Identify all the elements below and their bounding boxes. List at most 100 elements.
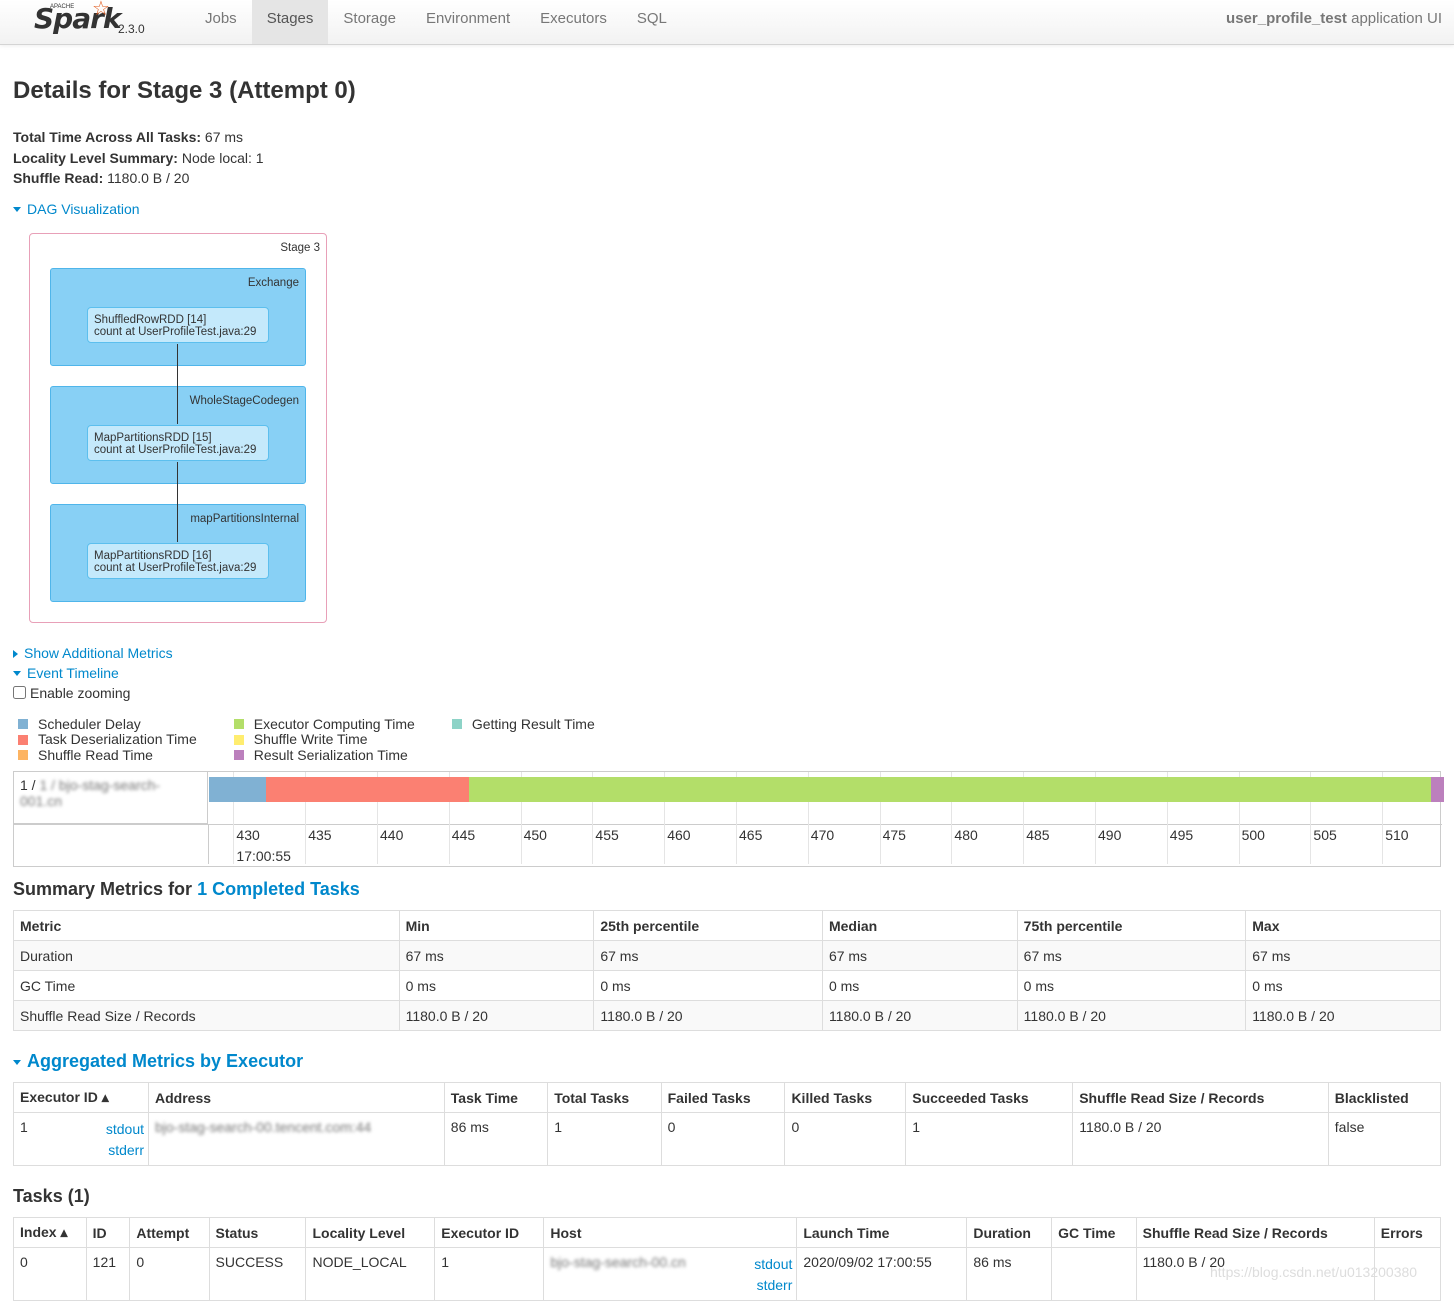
- cluster-mappartitionsinternal[interactable]: mapPartitionsInternal MapPartitionsRDD [1…: [50, 503, 306, 602]
- column-header[interactable]: Address: [148, 1082, 445, 1113]
- timeline-date-label: 17:00:55: [236, 848, 291, 864]
- summary-metrics-table: Metric Min 25th percentile Median 75th perce…: [13, 910, 1441, 1031]
- stdout-link[interactable]: stdout: [754, 1256, 792, 1272]
- edge-arrow: [177, 461, 178, 542]
- tab-executors[interactable]: Executors: [525, 0, 622, 44]
- rdd-node[interactable]: MapPartitionsRDD [15] count at UserProfil…: [87, 424, 269, 461]
- spark-logo[interactable]: APACHE Spark ☆ 2.3.0: [0, 0, 190, 44]
- column-header[interactable]: ID: [85, 1217, 131, 1248]
- summary-metrics-title: Summary Metrics for 1 Completed Tasks: [13, 879, 360, 899]
- column-header[interactable]: Launch Time: [796, 1217, 968, 1248]
- table-row: Duration 67 ms 67 ms 67 ms 67 ms 67 ms: [13, 940, 1441, 971]
- app-title: user_profile_test application UI: [1226, 10, 1442, 27]
- event-timeline-toggle[interactable]: Event Timeline: [13, 665, 1441, 681]
- legend-swatch: [233, 734, 244, 745]
- page-title: Details for Stage 3 (Attempt 0): [13, 77, 356, 104]
- caret-right-icon: [13, 649, 18, 658]
- table-row: GC Time 0 ms 0 ms 0 ms 0 ms 0 ms: [13, 970, 1441, 1001]
- legend-item: Getting Result Time: [447, 716, 595, 733]
- column-header[interactable]: GC Time: [1051, 1217, 1137, 1248]
- enable-zooming-checkbox[interactable]: [13, 686, 26, 699]
- timeline-segment-task-deserialization-time[interactable]: [266, 777, 469, 802]
- table-cell: Duration: [13, 940, 400, 971]
- column-header[interactable]: Min: [398, 910, 595, 941]
- column-header[interactable]: 25th percentile: [593, 910, 823, 941]
- timeline-segment-result-serialization-time[interactable]: [1431, 777, 1444, 802]
- column-header[interactable]: Attempt: [129, 1217, 210, 1248]
- legend-swatch: [451, 719, 462, 730]
- column-header[interactable]: Status: [208, 1217, 307, 1248]
- timeline-segment-scheduler-delay[interactable]: [209, 777, 267, 802]
- tab-environment[interactable]: Environment: [411, 0, 525, 44]
- completed-tasks-link[interactable]: 1 Completed Tasks: [197, 879, 360, 899]
- timeline-tick-label: 450: [523, 827, 547, 843]
- legend-item: Shuffle Read Time: [13, 747, 197, 764]
- summary-item: Locality Level Summary: Node local: 1: [13, 149, 264, 166]
- tab-storage[interactable]: Storage: [328, 0, 411, 44]
- stage-label: Stage 3: [280, 241, 320, 254]
- dag-toggle[interactable]: DAG Visualization: [13, 201, 1441, 217]
- timeline-tick-label: 430: [236, 827, 260, 843]
- timeline-tick-label: 440: [380, 827, 404, 843]
- additional-metrics-toggle[interactable]: Show Additional Metrics: [13, 645, 1441, 661]
- timeline-tick-label: 510: [1385, 827, 1409, 843]
- table-row: 1 stdout stderr bjo-stag-search-00.tencent…: [13, 1112, 1442, 1166]
- timeline-tick-label: 465: [739, 827, 763, 843]
- stderr-link[interactable]: stderr: [108, 1142, 144, 1158]
- timeline-tick-label: 455: [595, 827, 619, 843]
- cluster-wholestagecodegen[interactable]: WholeStageCodegen MapPartitionsRDD [15] co…: [50, 385, 306, 484]
- timeline-legend: Scheduler Delay Task Deserialization Time…: [13, 716, 1441, 764]
- column-header[interactable]: Blacklisted: [1327, 1082, 1442, 1113]
- column-header[interactable]: Succeeded Tasks: [905, 1082, 1074, 1113]
- timeline-row-label: 1 / 1 / bjo-stag-search-001.cn: [14, 772, 208, 824]
- column-header[interactable]: Task Time: [443, 1082, 549, 1113]
- table-cell: 1180.0 B / 20: [593, 1000, 823, 1031]
- legend-swatch: [18, 734, 28, 745]
- column-header[interactable]: Host: [543, 1217, 798, 1248]
- rdd-node[interactable]: ShuffledRowRDD [14] count at UserProfileT…: [87, 306, 269, 343]
- tab-stages[interactable]: Stages: [251, 0, 329, 44]
- column-header[interactable]: Total Tasks: [547, 1082, 662, 1113]
- column-header[interactable]: Median: [821, 910, 1018, 941]
- column-header[interactable]: Executor ID: [434, 1217, 545, 1248]
- stderr-link[interactable]: stderr: [757, 1277, 793, 1293]
- column-header[interactable]: 75th percentile: [1016, 910, 1247, 941]
- enable-zooming[interactable]: Enable zooming: [13, 685, 1441, 701]
- tasks-title: Tasks (1): [13, 1186, 90, 1206]
- cluster-exchange[interactable]: Exchange ShuffledRowRDD [14] count at User…: [50, 267, 306, 366]
- timeline-tick-label: 485: [1026, 827, 1050, 843]
- column-header[interactable]: Metric: [13, 910, 400, 941]
- column-header[interactable]: Max: [1245, 910, 1441, 941]
- column-header[interactable]: Failed Tasks: [660, 1082, 786, 1113]
- timeline-segment-executor-computing-time[interactable]: [468, 777, 1432, 802]
- timeline-tick-label: 475: [882, 827, 906, 843]
- column-header[interactable]: Errors: [1373, 1217, 1442, 1248]
- legend-item: Executor Computing Time: [229, 716, 415, 733]
- table-cell: 1180.0 B / 20: [398, 1000, 595, 1031]
- legend-swatch: [18, 750, 28, 761]
- rdd-node[interactable]: MapPartitionsRDD [16] count at UserProfil…: [87, 542, 269, 579]
- legend-item: Task Deserialization Time: [13, 731, 197, 748]
- timeline-tick-label: 460: [667, 827, 691, 843]
- tab-jobs[interactable]: Jobs: [190, 0, 252, 44]
- aggregated-metrics-toggle[interactable]: Aggregated Metrics by Executor: [13, 1051, 303, 1071]
- table-cell: 0 ms: [821, 970, 1018, 1001]
- column-header[interactable]: Shuffle Read Size / Records: [1072, 1082, 1329, 1113]
- column-header[interactable]: Executor ID ▴: [13, 1082, 149, 1113]
- tab-sql[interactable]: SQL: [622, 0, 682, 44]
- column-header[interactable]: Locality Level: [305, 1217, 436, 1248]
- timeline-tick-label: 470: [810, 827, 835, 843]
- caret-down-icon: [13, 671, 21, 677]
- column-header[interactable]: Shuffle Read Size / Records: [1135, 1217, 1375, 1248]
- caret-down-icon: [13, 207, 21, 213]
- timeline-tick-label: 445: [451, 827, 476, 843]
- table-cell: 1180.0 B / 20: [1245, 1000, 1441, 1031]
- column-header[interactable]: Killed Tasks: [784, 1082, 907, 1113]
- star-icon: ☆: [92, 0, 110, 20]
- stdout-link[interactable]: stdout: [106, 1121, 144, 1137]
- column-header[interactable]: Duration: [966, 1217, 1053, 1248]
- table-cell: 67 ms: [398, 940, 595, 971]
- summary-item: Total Time Across All Tasks: 67 ms: [13, 129, 244, 145]
- column-header[interactable]: Index ▴: [13, 1217, 87, 1248]
- timeline-tick-label: 490: [1098, 827, 1122, 843]
